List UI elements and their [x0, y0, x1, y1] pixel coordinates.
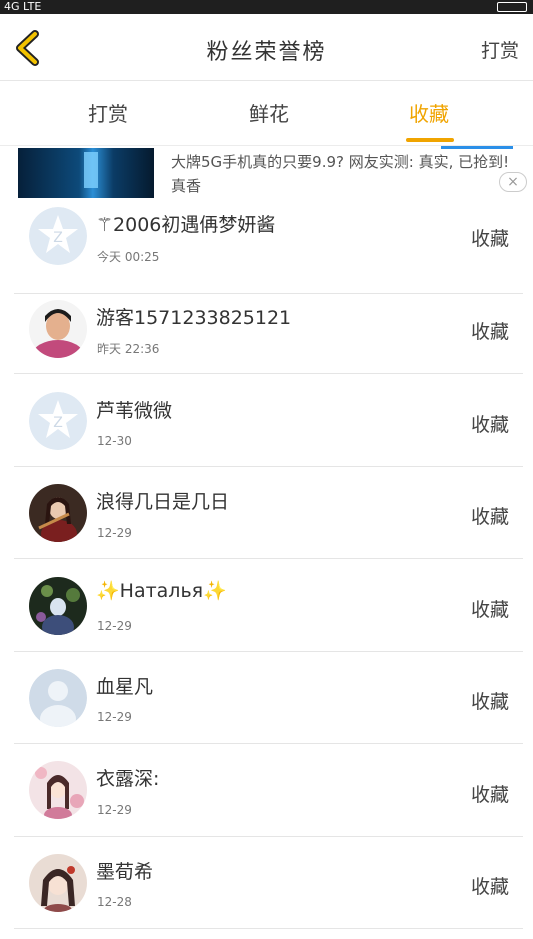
user-name: 浪得几日是几日 — [96, 491, 230, 513]
timestamp: 今天 00:25 — [97, 250, 160, 264]
user-name: 芦苇微微 — [96, 400, 173, 422]
favorite-label[interactable]: 收藏 — [471, 872, 509, 899]
list-item[interactable]: Z ⚚2006初遇侢梦妍酱 今天 00:25 收藏 — [0, 202, 533, 294]
battery-icon — [497, 2, 527, 12]
favorite-label[interactable]: 收藏 — [471, 595, 509, 622]
tab-flowers[interactable]: 鲜花 — [209, 82, 329, 146]
favorite-label[interactable]: 收藏 — [471, 502, 509, 529]
ad-close-button[interactable]: × — [499, 172, 527, 192]
favorite-label[interactable]: 收藏 — [471, 780, 509, 807]
list-item[interactable]: ✨Наталья✨ 12-29 收藏 — [0, 559, 533, 652]
list-item[interactable]: 浪得几日是几日 12-29 收藏 — [0, 467, 533, 559]
avatar[interactable] — [29, 669, 87, 727]
user-name: ✨Наталья✨ — [96, 580, 227, 602]
avatar[interactable]: Z — [29, 207, 87, 265]
timestamp: 12-28 — [97, 895, 132, 909]
navigation-bar: 粉丝荣誉榜 打赏 — [0, 14, 533, 81]
list-item[interactable]: 衣露深: 12-29 收藏 — [0, 744, 533, 837]
active-tab-indicator — [406, 138, 454, 142]
avatar[interactable] — [29, 577, 87, 635]
svg-text:Z: Z — [53, 230, 63, 246]
ad-accent-bar — [441, 146, 513, 149]
timestamp: 12-29 — [97, 526, 132, 540]
favorite-label[interactable]: 收藏 — [471, 224, 509, 251]
tab-favorites[interactable]: 收藏 — [369, 82, 489, 146]
user-name: ⚚2006初遇侢梦妍酱 — [96, 214, 276, 236]
network-indicator: 4G LTE — [4, 0, 42, 13]
avatar[interactable] — [29, 854, 87, 912]
favorite-label[interactable]: 收藏 — [471, 687, 509, 714]
avatar[interactable] — [29, 761, 87, 819]
ad-banner[interactable]: 大牌5G手机真的只要9.9? 网友实测: 真实, 已抢到! 真香 × — [0, 146, 533, 202]
favorite-label[interactable]: 收藏 — [471, 317, 509, 344]
list-item[interactable]: Z 芦苇微微 12-30 收藏 — [0, 374, 533, 467]
avatar[interactable] — [29, 300, 87, 358]
avatar[interactable] — [29, 484, 87, 542]
list-item[interactable]: 墨荀希 12-28 收藏 — [0, 837, 533, 929]
timestamp: 12-29 — [97, 619, 132, 633]
tab-bar: 打赏 鲜花 收藏 — [0, 82, 533, 146]
user-name: 血星凡 — [96, 676, 154, 698]
page-title: 粉丝荣誉榜 — [206, 40, 327, 65]
user-name: 墨荀希 — [96, 861, 154, 883]
tab-reward[interactable]: 打赏 — [48, 82, 168, 146]
timestamp: 12-29 — [97, 710, 132, 724]
ad-image[interactable] — [18, 148, 154, 198]
avatar[interactable]: Z — [29, 392, 87, 450]
timestamp: 昨天 22:36 — [97, 342, 160, 356]
divider — [14, 928, 523, 929]
user-name: 游客1571233825121 — [96, 307, 292, 329]
timestamp: 12-29 — [97, 803, 132, 817]
favorite-label[interactable]: 收藏 — [471, 410, 509, 437]
ad-text[interactable]: 大牌5G手机真的只要9.9? 网友实测: 真实, 已抢到! 真香 — [171, 150, 516, 198]
list-item[interactable]: 血星凡 12-29 收藏 — [0, 652, 533, 744]
reward-button[interactable]: 打赏 — [481, 36, 519, 63]
user-name: 衣露深: — [96, 768, 160, 790]
svg-text:Z: Z — [53, 415, 63, 431]
timestamp: 12-30 — [97, 434, 132, 448]
status-bar: 4G LTE — [0, 0, 533, 14]
list-item[interactable]: 游客1571233825121 昨天 22:36 收藏 — [0, 282, 533, 374]
